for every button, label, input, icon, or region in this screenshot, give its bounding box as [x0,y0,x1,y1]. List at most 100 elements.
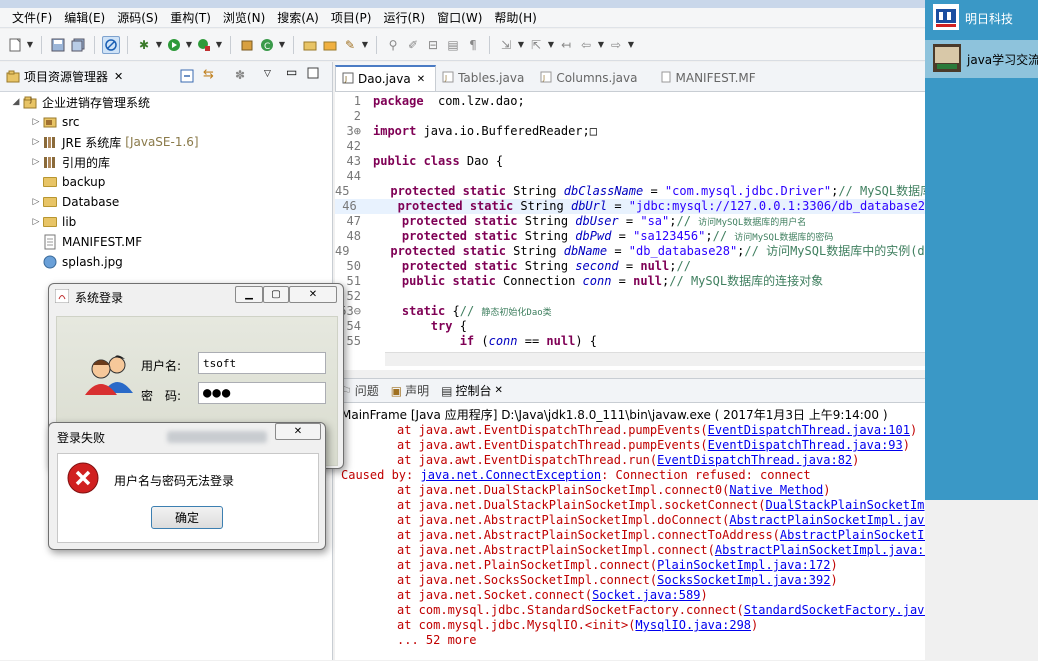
stack-trace-link[interactable]: PlainSocketImpl.java:172 [657,558,830,572]
stack-trace-link[interactable]: StandardSocketFactory.java:214 [744,603,925,617]
tree-item-jre[interactable]: ▷ JRE 系统库 [JavaSE-1.6] [30,132,199,152]
code-line[interactable]: 45 protected static String dbClassName =… [335,184,925,199]
code-line[interactable]: 1 package com.lzw.dao; [335,94,925,109]
code-line[interactable]: 55 if (conn == null) { [335,334,925,349]
menu-navigate[interactable]: 浏览(N) [217,9,271,26]
menu-file[interactable]: 文件(F) [6,9,58,26]
debug-icon[interactable]: ✱ [135,36,153,54]
code-line[interactable]: 53⊖ static {// 静态初始化Dao类 [335,304,925,319]
stack-trace-link[interactable]: AbstractPlainSocketImpl.java:206 [780,528,925,542]
stack-trace-link[interactable]: java.net.ConnectException [420,468,601,482]
ok-button[interactable]: 确定 [151,506,223,529]
close-button[interactable]: ✕ [275,423,321,440]
code-line[interactable]: 49 protected static String dbName = "db_… [335,244,925,259]
menu-search[interactable]: 搜索(A) [271,9,325,26]
maximize-icon[interactable] [307,67,319,82]
back-dropdown-icon[interactable]: ▼ [597,40,605,49]
expanded-arrow-icon[interactable]: ◢ [10,97,22,107]
close-icon[interactable]: ✕ [417,74,425,85]
code-area[interactable]: 1 package com.lzw.dao; 2 3⊕ import java.io.B… [335,92,925,370]
menu-edit[interactable]: 编辑(E) [58,9,111,26]
paragraph-icon[interactable]: ¶ [464,36,482,54]
new-class-dropdown-icon[interactable]: ▼ [278,40,286,49]
close-icon[interactable]: ✕ [114,70,123,83]
minimize-icon[interactable]: ▭ [286,65,297,79]
stack-trace-link[interactable]: Native Method [729,483,823,497]
external-tools-icon[interactable] [195,36,213,54]
code-line[interactable]: 2 [335,109,925,124]
code-line[interactable]: 42 [335,139,925,154]
stack-trace-link[interactable]: EventDispatchThread.java:101 [708,423,910,437]
tab-manifest[interactable]: MANIFEST.MF [648,65,766,91]
new-package-icon[interactable] [238,36,256,54]
stack-trace-link[interactable]: SocksSocketImpl.java:392 [657,573,830,587]
username-input[interactable]: tsoft [198,352,326,374]
save-icon[interactable] [49,36,67,54]
code-line[interactable]: 51 public static Connection conn = null;… [335,274,925,289]
stack-trace-link[interactable]: EventDispatchThread.java:93 [708,438,903,452]
save-all-icon[interactable] [69,36,87,54]
contact-mingri[interactable]: 明日科技 [925,4,1038,32]
stack-trace-link[interactable]: AbstractPlainSocketImpl.java:350 [729,513,925,527]
stack-trace-link[interactable]: AbstractPlainSocketImpl.java:188 [715,543,925,557]
menu-help[interactable]: 帮助(H) [488,9,542,26]
contact-java-group[interactable]: java学习交流 [925,40,1038,78]
collapsed-arrow-icon[interactable]: ▷ [30,157,42,167]
open-type-icon[interactable] [301,36,319,54]
tree-item-lib[interactable]: ▷ lib [30,212,77,232]
link-editor-icon[interactable]: ⇆ [203,67,214,82]
collapsed-arrow-icon[interactable]: ▷ [30,197,42,207]
prev-annotation-icon[interactable]: ⇱ [527,36,545,54]
tab-console[interactable]: ▤ 控制台 ✕ [441,382,503,399]
console-output[interactable]: at java.awt.EventDispatchThread.pumpEven… [335,423,925,661]
menu-project[interactable]: 项目(P) [325,9,378,26]
minimize-button[interactable]: ▁ [235,286,263,303]
run-icon[interactable] [165,36,183,54]
stack-trace-link[interactable]: MysqlIO.java:298 [635,618,751,632]
stack-trace-link[interactable]: Socket.java:589 [592,588,700,602]
collapsed-arrow-icon[interactable]: ▷ [30,117,42,127]
pin-icon[interactable]: ✐ [404,36,422,54]
run-dropdown-icon[interactable]: ▼ [185,40,193,49]
code-line[interactable]: 43 public class Dao { [335,154,925,169]
back-icon[interactable]: ⇦ [577,36,595,54]
tree-item-backup[interactable]: backup [30,172,105,192]
tree-item-manifest[interactable]: MANIFEST.MF [30,232,142,252]
menu-refactor[interactable]: 重构(T) [164,9,217,26]
annotation-icon[interactable]: ⚲ [384,36,402,54]
tree-item-src[interactable]: ▷ src [30,112,80,132]
prev-annotation-dropdown-icon[interactable]: ▼ [547,40,555,49]
code-line[interactable]: 46 protected static String dbUrl = "jdbc… [335,199,925,214]
horizontal-scrollbar[interactable] [385,352,925,366]
collapsed-arrow-icon[interactable]: ▷ [30,217,42,227]
new-dropdown-icon[interactable]: ▼ [26,40,34,49]
code-line[interactable]: 54 try { [335,319,925,334]
close-icon[interactable]: ✕ [495,385,503,396]
code-line[interactable]: 44 [335,169,925,184]
tab-declaration[interactable]: ▣ 声明 [391,382,429,399]
code-line[interactable]: 50 protected static String second = null… [335,259,925,274]
external-tools-dropdown-icon[interactable]: ▼ [215,40,223,49]
next-annotation-icon[interactable]: ⇲ [497,36,515,54]
tree-item-database[interactable]: ▷ Database [30,192,120,212]
forward-icon[interactable]: ⇨ [607,36,625,54]
skip-breakpoints-icon[interactable] [102,35,120,54]
tab-dao-java[interactable]: J Dao.java ✕ [335,65,437,91]
new-icon[interactable] [6,36,24,54]
menu-window[interactable]: 窗口(W) [431,9,488,26]
tree-item-libs[interactable]: ▷ 引用的库 [30,152,110,172]
search-dropdown-icon[interactable]: ▼ [361,40,369,49]
view-menu-icon[interactable]: ✽ [235,68,245,82]
tree-item-splash[interactable]: splash.jpg [30,252,123,272]
maximize-button[interactable]: ▢ [263,286,289,303]
menu-source[interactable]: 源码(S) [111,9,164,26]
stack-trace-link[interactable]: EventDispatchThread.java:82 [657,453,852,467]
last-edit-icon[interactable]: ↤ [557,36,575,54]
menu-run[interactable]: 运行(R) [377,9,431,26]
tab-tables-java[interactable]: J Tables.java [436,65,534,91]
tree-project-root[interactable]: ◢ J 企业进销存管理系统 [10,92,150,112]
forward-dropdown-icon[interactable]: ▼ [627,40,635,49]
stack-trace-link[interactable]: DualStackPlainSocketImpl.java:79 [765,498,925,512]
new-class-icon[interactable]: C [258,36,276,54]
mark-icon[interactable]: ⊟ [424,36,442,54]
